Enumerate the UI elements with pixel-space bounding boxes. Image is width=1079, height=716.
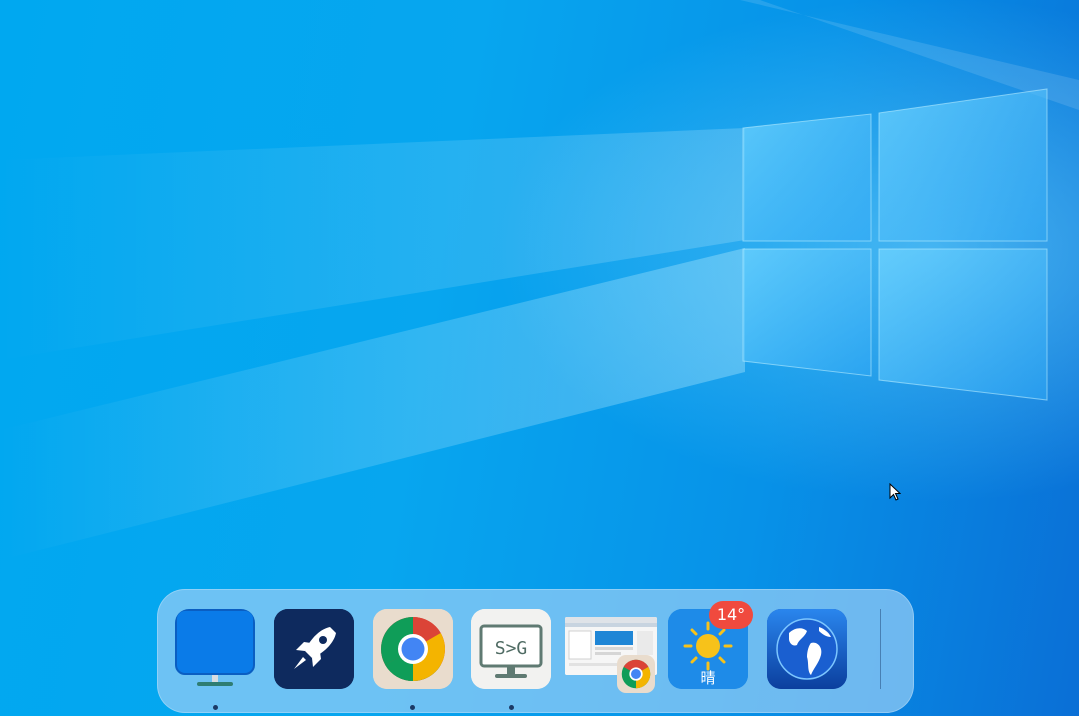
dock-item-globe[interactable] <box>767 609 847 689</box>
dock-item-desktop[interactable] <box>175 609 255 689</box>
chrome-icon <box>373 609 453 689</box>
thumbnail-chrome-badge <box>617 655 655 693</box>
mouse-cursor-icon <box>889 483 901 501</box>
chrome-icon <box>621 659 651 689</box>
dock-item-launcher[interactable] <box>274 609 354 689</box>
weather-condition: 晴 <box>700 669 716 687</box>
sg-monitor-icon: S>G <box>471 609 551 689</box>
running-indicator <box>509 705 514 710</box>
dock-item-chrome[interactable] <box>373 609 453 689</box>
running-indicator <box>410 705 415 710</box>
dock: S>G 晴 14° <box>157 589 914 713</box>
rocket-icon <box>274 609 354 689</box>
monitor-icon <box>175 609 255 686</box>
dock-item-sg[interactable]: S>G <box>471 609 551 689</box>
desktop-wallpaper: S>G 晴 14° <box>0 0 1079 716</box>
running-indicator <box>213 705 218 710</box>
dock-divider <box>880 609 881 689</box>
globe-icon <box>767 609 847 689</box>
weather-temperature-badge: 14° <box>709 601 753 629</box>
sg-label: S>G <box>495 638 528 659</box>
